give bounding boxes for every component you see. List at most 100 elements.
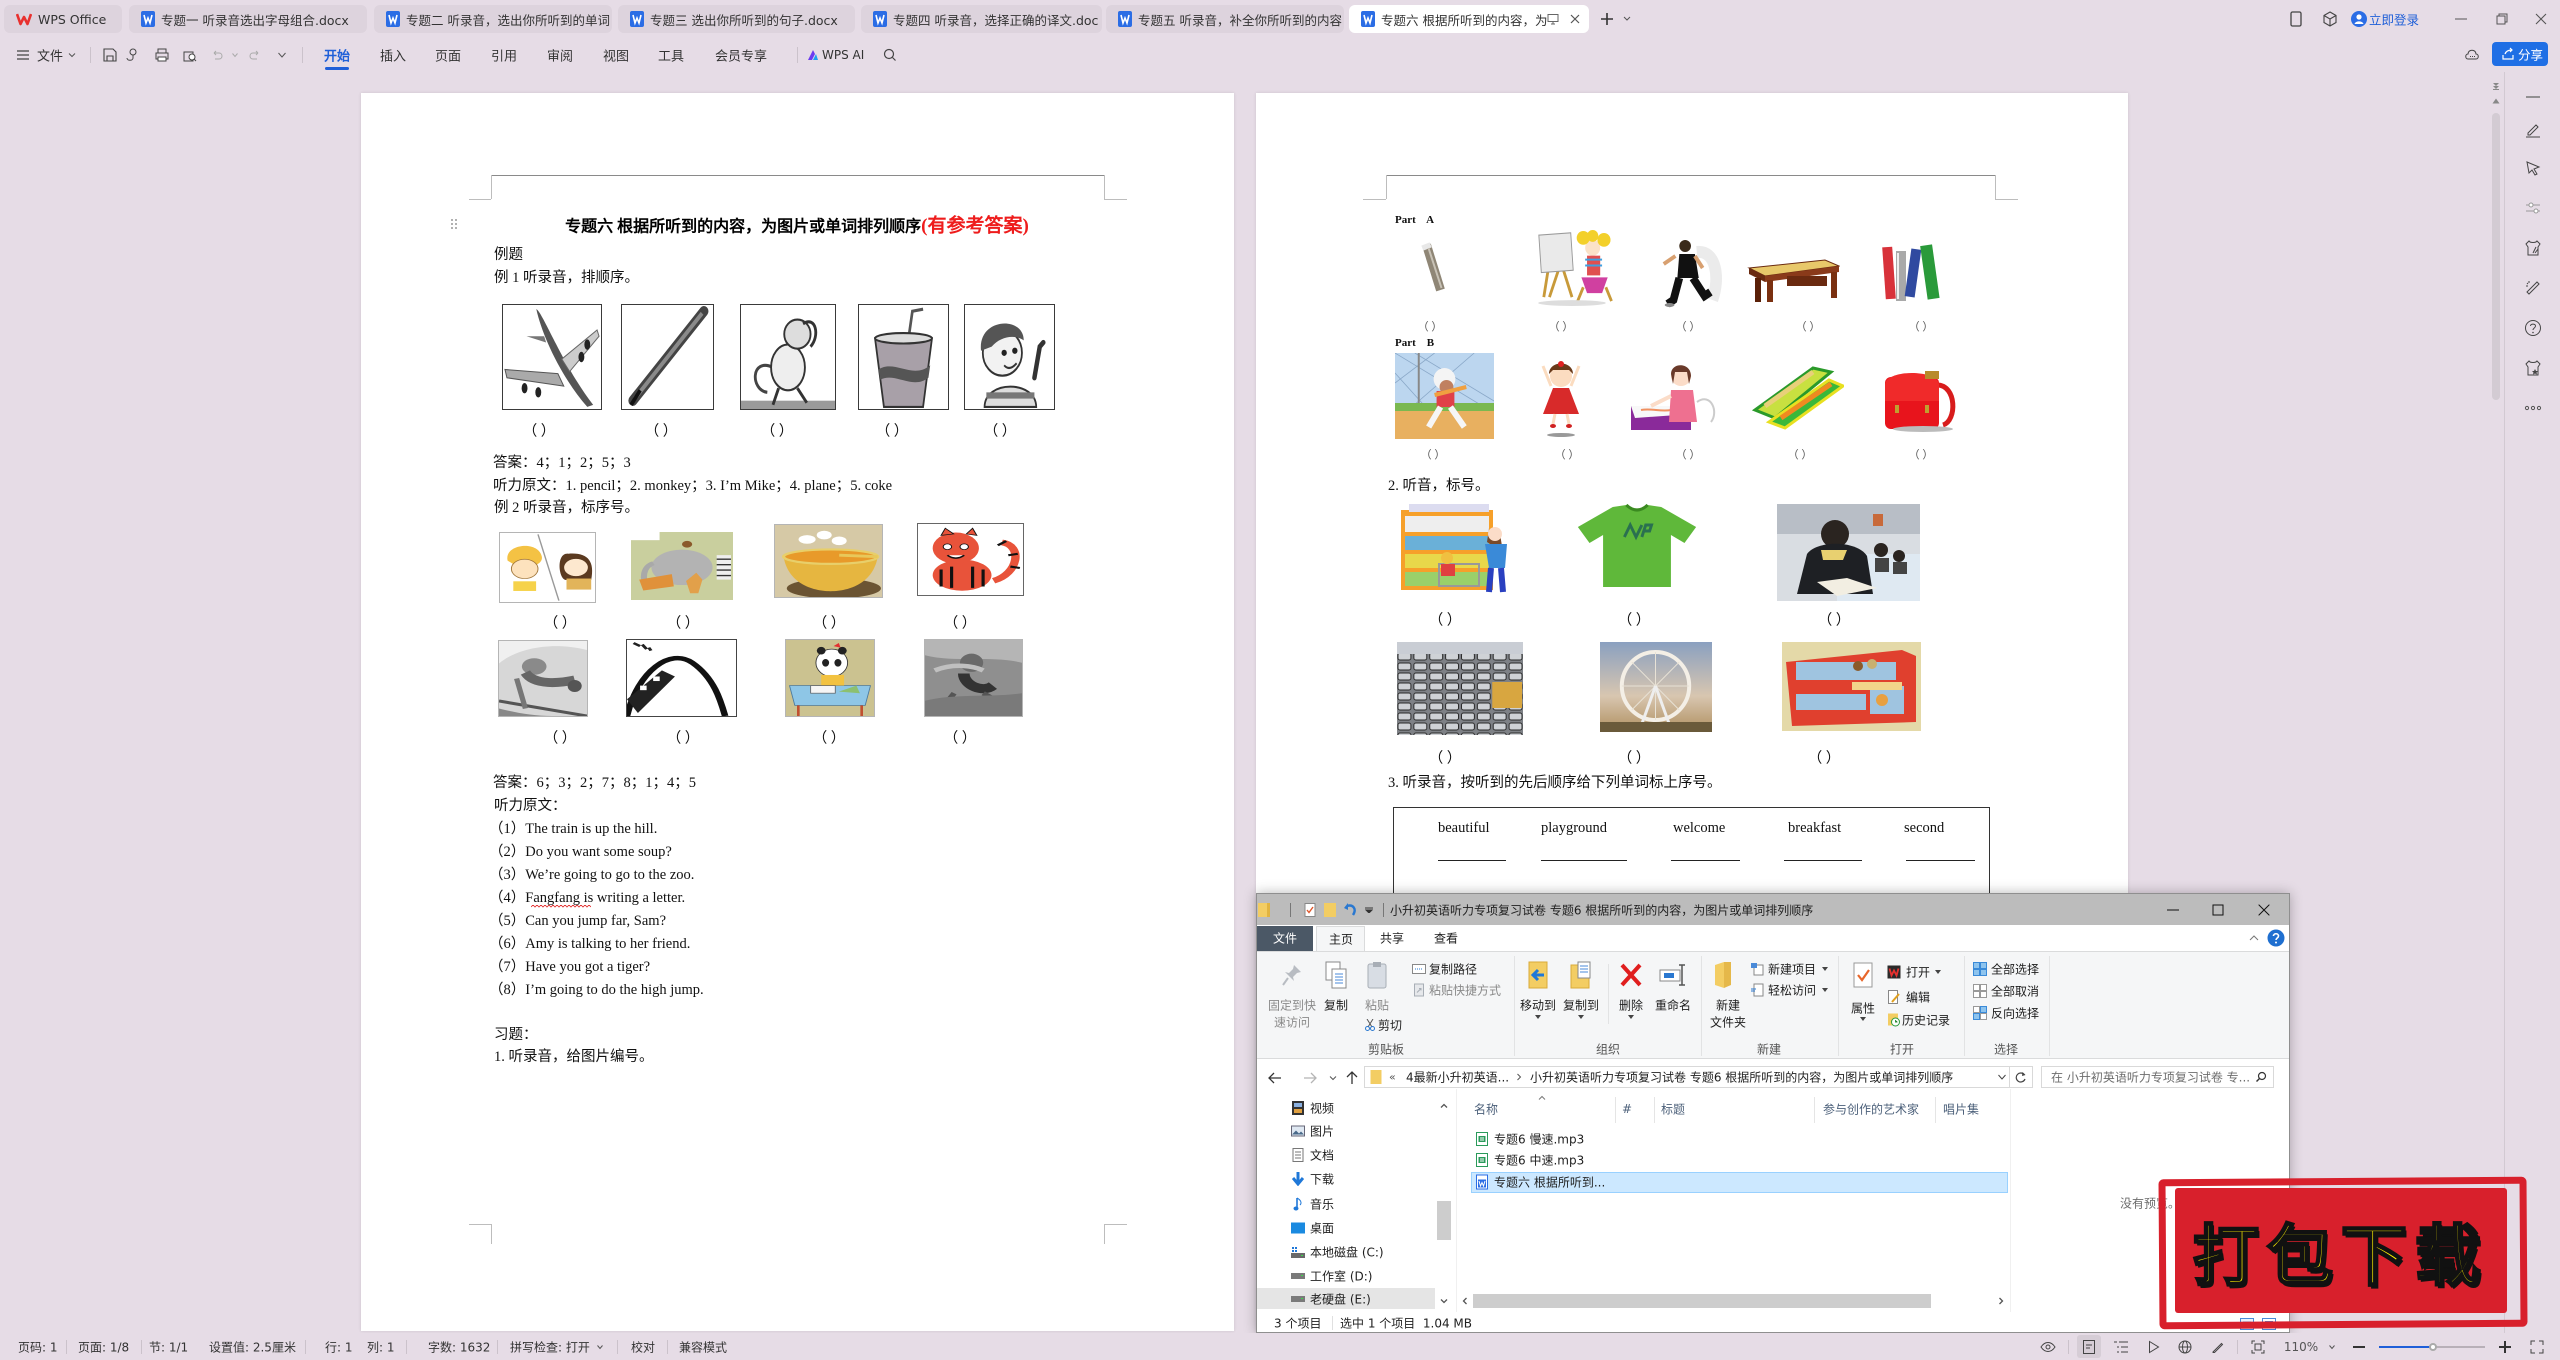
pen-annotate-icon[interactable]	[2524, 121, 2542, 139]
easy-access-button[interactable]: 轻松访问	[1768, 982, 1816, 999]
explorer-maximize-icon[interactable]	[2212, 904, 2224, 916]
properties-dropdown-icon[interactable]	[1860, 1017, 1866, 1021]
answer-line[interactable]	[1671, 860, 1740, 861]
spellcheck-chevron-icon[interactable]	[597, 1345, 604, 1350]
delete-dropdown-icon[interactable]	[1628, 1015, 1634, 1019]
fit-page-icon[interactable]	[2251, 1340, 2265, 1354]
easy-access-icon[interactable]	[1750, 983, 1764, 997]
copy-button[interactable]: 复制	[1324, 997, 1348, 1014]
cut-button[interactable]: 剪切	[1378, 1017, 1402, 1034]
paste-button[interactable]: 粘贴	[1365, 997, 1389, 1014]
zoom-slider[interactable]	[2379, 1343, 2485, 1351]
ribbon-tab-home[interactable]: 开始	[324, 46, 350, 65]
ribbon-tab-review[interactable]: 审阅	[547, 46, 573, 65]
back-arrow-icon[interactable]	[1268, 1072, 1282, 1084]
search-box[interactable]: 在 小升初英语听力专项复习试卷 专...	[2041, 1066, 2274, 1088]
history-icon[interactable]	[1888, 1013, 1901, 1027]
nav-item-pictures[interactable]: 图片	[1310, 1123, 1334, 1140]
scroll-left-icon[interactable]	[1462, 1297, 1468, 1305]
edit-button[interactable]: 编辑	[1906, 989, 1930, 1006]
paste-shortcut-icon[interactable]	[1414, 983, 1424, 997]
pin-quick-access-label[interactable]: 固定到快	[1268, 997, 1316, 1014]
answer-blank[interactable]: （ ）	[1796, 318, 1821, 334]
cut-icon[interactable]	[1365, 1019, 1375, 1031]
more-chevron-icon[interactable]	[278, 52, 287, 58]
file-menu[interactable]: 文件	[37, 46, 63, 65]
device-icon[interactable]	[2290, 11, 2302, 27]
undo-icon[interactable]	[211, 49, 223, 61]
undo-quick-icon[interactable]	[1343, 903, 1357, 917]
nav-item-music[interactable]: 音乐	[1310, 1196, 1334, 1213]
open-dropdown-icon[interactable]	[1935, 970, 1941, 974]
tab-list-chevron-icon[interactable]	[1623, 16, 1631, 22]
redo-icon[interactable]	[249, 49, 261, 61]
help-icon[interactable]	[2524, 319, 2542, 337]
zoom-out-icon[interactable]	[2353, 1346, 2365, 1348]
ribbon-tab-insert[interactable]: 插入	[380, 46, 406, 65]
answer-blank[interactable]: （ ）	[944, 727, 977, 748]
open-with-wps-icon[interactable]	[1887, 965, 1901, 979]
move-to-button[interactable]: 移动到	[1520, 997, 1556, 1014]
cube-icon[interactable]	[2322, 11, 2338, 27]
delete-icon[interactable]	[1620, 963, 1642, 987]
tab-home[interactable]: WPS Office	[4, 5, 122, 33]
status-page-number[interactable]: 页码: 1	[18, 1339, 58, 1356]
move-to-icon[interactable]	[1528, 961, 1548, 989]
answer-line[interactable]	[1906, 860, 1975, 861]
hamburger-menu-icon[interactable]	[17, 50, 29, 60]
answer-blank[interactable]: （ ）	[667, 727, 700, 748]
copy-to-dropdown-icon[interactable]	[1578, 1015, 1584, 1019]
theme-skin-icon[interactable]	[2524, 239, 2542, 257]
answer-blank[interactable]: （ ）	[761, 420, 794, 441]
new-item-button[interactable]: 新建项目	[1768, 961, 1816, 978]
answer-blank[interactable]: （ ）	[645, 420, 678, 441]
nav-item-desktop[interactable]: 桌面	[1310, 1220, 1334, 1237]
ribbon-tab-member[interactable]: 会员专享	[715, 46, 767, 65]
select-none-icon[interactable]	[1973, 984, 1987, 998]
copy-path-icon[interactable]	[1412, 964, 1426, 974]
nav-item-downloads[interactable]: 下载	[1310, 1171, 1334, 1188]
web-view-globe-icon[interactable]	[2178, 1340, 2192, 1354]
status-line[interactable]: 行: 1	[325, 1339, 353, 1356]
status-proofread[interactable]: 校对	[631, 1339, 655, 1356]
address-crumb[interactable]: 小升初英语听力专项复习试卷 专题6 根据所听到的内容，为图片或单词排列顺序	[1530, 1069, 1953, 1086]
answer-blank[interactable]: （ ）	[876, 420, 909, 441]
print-icon[interactable]	[155, 48, 169, 62]
column-separator[interactable]	[1615, 1097, 1616, 1123]
answer-blank[interactable]: （ ）	[1421, 446, 1446, 462]
search-icon[interactable]	[2256, 1071, 2267, 1083]
select-cursor-icon[interactable]	[2524, 159, 2542, 177]
column-separator[interactable]	[1935, 1097, 1936, 1123]
column-separator[interactable]	[1654, 1097, 1655, 1123]
up-arrow-icon[interactable]	[1346, 1071, 1358, 1085]
nav-scroll-down-icon[interactable]	[1440, 1299, 1448, 1304]
nav-item-drive-c[interactable]: 本地磁盘 (C:)	[1310, 1244, 1384, 1261]
ribbon-tab-tools[interactable]: 工具	[658, 46, 684, 65]
collapse-ribbon-icon[interactable]	[2249, 935, 2259, 941]
crumb-separator-icon[interactable]	[1517, 1073, 1522, 1081]
status-column[interactable]: 列: 1	[367, 1339, 395, 1356]
copy-to-button[interactable]: 复制到	[1563, 997, 1599, 1014]
collapse-sidebar-icon[interactable]	[2524, 88, 2542, 106]
answer-blank[interactable]: （ ）	[1909, 446, 1934, 462]
invert-selection-icon[interactable]	[1973, 1006, 1987, 1020]
answer-line[interactable]	[1541, 860, 1627, 861]
ribbon-tab-share[interactable]: 共享	[1380, 930, 1404, 947]
file-row-selected[interactable]: 专题六 根据所听到...	[1471, 1172, 2008, 1193]
answer-blank[interactable]: （ ）	[1818, 609, 1851, 630]
undo-chevron-icon[interactable]	[232, 53, 239, 58]
answer-blank[interactable]: （ ）	[1618, 747, 1651, 768]
status-spellcheck[interactable]: 拼写检查: 打开	[510, 1339, 590, 1356]
file-row[interactable]: 专题6 中速.mp3	[1471, 1150, 2008, 1171]
share-button[interactable]: 分享	[2492, 42, 2548, 66]
answer-blank[interactable]: （ ）	[544, 727, 577, 748]
magic-wand-icon[interactable]	[2524, 279, 2542, 297]
document-tab[interactable]: 专题五 听录音，补全你所听到的内容	[1106, 5, 1344, 33]
nav-item-videos[interactable]: 视频	[1310, 1100, 1334, 1117]
properties-quick-icon[interactable]	[1304, 903, 1316, 917]
explorer-help-icon[interactable]	[2267, 929, 2285, 947]
file-row[interactable]: 专题6 慢速.mp3	[1471, 1129, 2008, 1150]
scroll-right-icon[interactable]	[1999, 1297, 2004, 1305]
ribbon-tab-view[interactable]: 查看	[1434, 930, 1458, 947]
minimize-icon[interactable]	[2455, 18, 2467, 20]
